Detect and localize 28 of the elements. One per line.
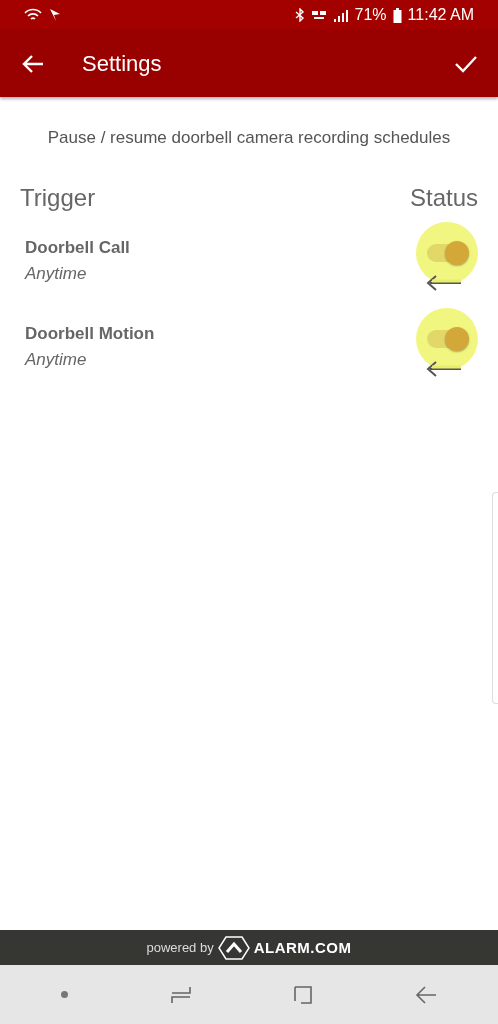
trigger-schedule: Anytime xyxy=(25,264,88,284)
wifi-icon xyxy=(24,8,42,22)
toggle-switch[interactable] xyxy=(427,244,467,262)
dot-icon[interactable] xyxy=(60,991,68,998)
arrow-annotation xyxy=(424,360,462,378)
bluetooth-icon xyxy=(294,8,305,22)
trigger-name: Doorbell Call xyxy=(25,238,130,258)
toggle-switch[interactable] xyxy=(427,330,467,348)
battery-percent: 71% xyxy=(354,6,387,24)
column-header: Trigger xyxy=(20,184,96,212)
back-arrow-icon[interactable] xyxy=(22,54,44,73)
signal-icon xyxy=(332,8,349,22)
description: Pause / resume doorbell camera recording schedules xyxy=(46,128,452,148)
scroll-handle[interactable] xyxy=(492,492,498,704)
brand-name: ALARM.COM xyxy=(253,939,352,956)
recents-icon[interactable] xyxy=(169,984,192,1005)
trigger-schedule: Anytime xyxy=(25,350,88,370)
page-title: Settings xyxy=(82,50,163,77)
back-icon[interactable] xyxy=(415,984,438,1005)
arrow-annotation xyxy=(424,274,462,292)
logo-icon xyxy=(217,935,250,960)
clock: 11:42 AM xyxy=(407,6,474,24)
checkmark-icon[interactable] xyxy=(454,54,478,73)
battery-icon xyxy=(392,7,402,23)
powered-by-text: powered by xyxy=(146,940,214,955)
column-header: Status xyxy=(409,184,478,212)
trigger-name: Doorbell Motion xyxy=(25,324,155,344)
home-icon[interactable] xyxy=(293,984,314,1005)
